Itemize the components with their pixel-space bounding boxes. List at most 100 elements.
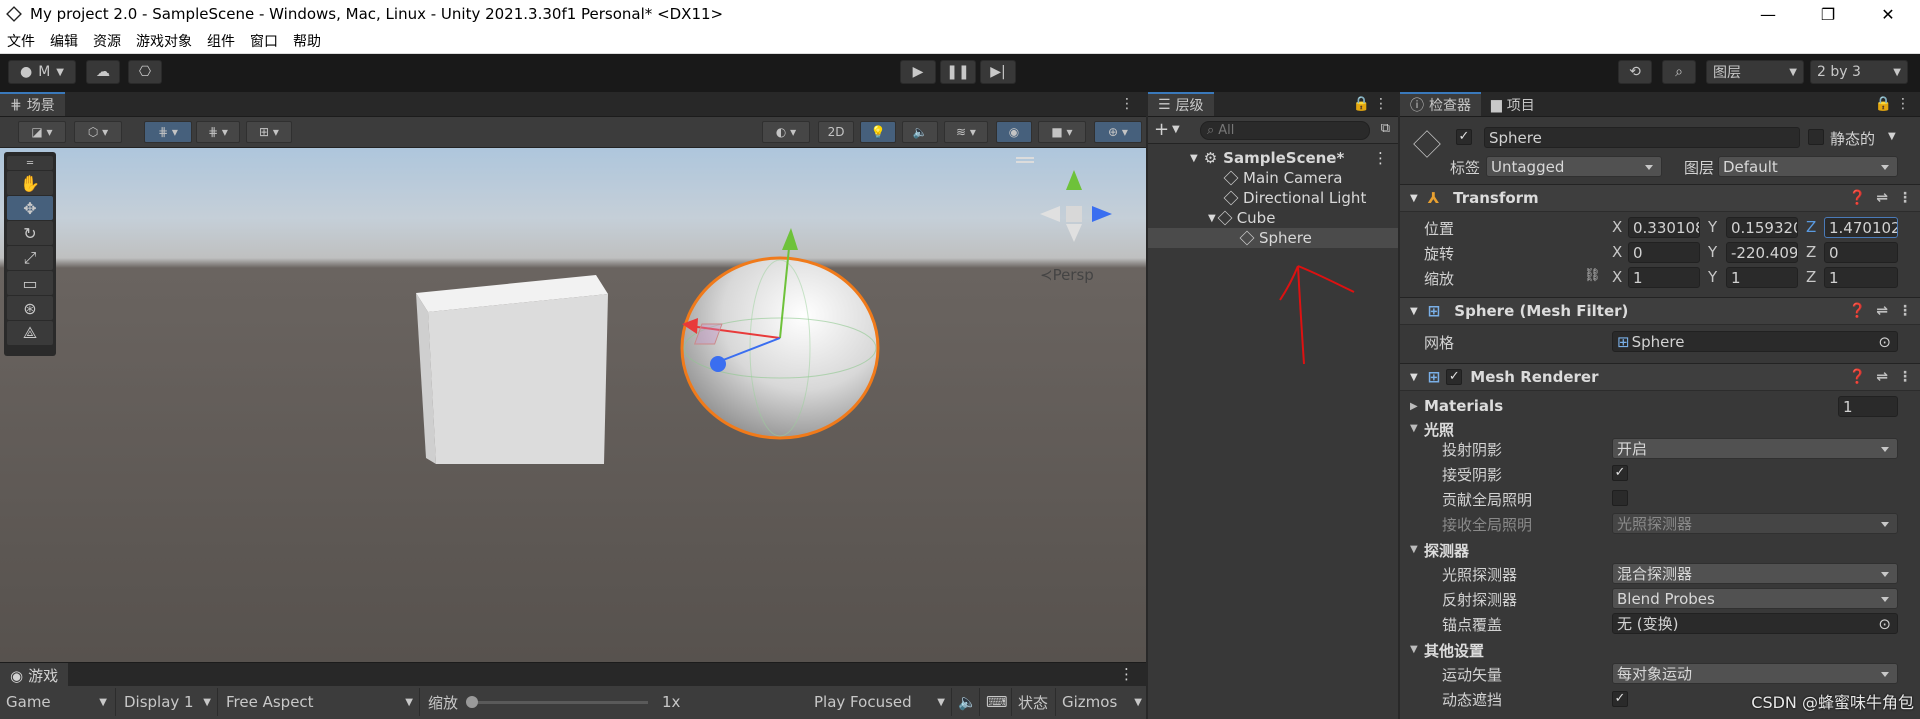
position-x-field[interactable]: 0.330108: [1628, 217, 1700, 238]
game-mode-dropdown[interactable]: Game ▼: [0, 688, 116, 716]
materials-label[interactable]: Materials: [1424, 397, 1503, 415]
fold-open-icon[interactable]: ▼: [1410, 423, 1418, 434]
transform-tool[interactable]: ⊛: [7, 296, 53, 320]
orientation-y-icon[interactable]: [1066, 170, 1082, 190]
help-icon[interactable]: ❓: [1849, 303, 1866, 319]
close-button[interactable]: ✕: [1860, 0, 1916, 28]
aspect-dropdown[interactable]: Free Aspect ▼: [220, 688, 420, 716]
fold-open-icon[interactable]: ▼: [1410, 644, 1418, 655]
constrain-proportions-icon[interactable]: ⛓: [1584, 268, 1601, 283]
keyboard-shortcuts-toggle[interactable]: ⌨: [980, 688, 1012, 716]
hierarchy-item-scene[interactable]: ▼ ⚙ SampleScene* ⋮: [1148, 148, 1398, 168]
mesh-renderer-enabled-checkbox[interactable]: ✓: [1446, 369, 1463, 385]
fold-open-icon[interactable]: ▼: [1410, 544, 1418, 555]
mesh-renderer-header[interactable]: ▼ ⊞ ✓ Mesh Renderer ❓ ⇌ ⋮: [1400, 363, 1920, 391]
anchor-override-field[interactable]: 无 (变换) ⊙: [1612, 613, 1898, 634]
transform-header[interactable]: ▼ ⅄ Transform ❓ ⇌ ⋮: [1400, 184, 1920, 212]
increment-snap-dropdown[interactable]: ⋕ ▾: [196, 121, 240, 143]
hierarchy-search-field[interactable]: ⌕ All: [1200, 121, 1370, 140]
move-tool[interactable]: ✥: [7, 196, 53, 220]
custom-tool[interactable]: ⟁: [7, 321, 53, 345]
component-menu-icon[interactable]: ⋮: [1898, 190, 1912, 206]
orientation-x-icon[interactable]: [1040, 206, 1060, 222]
scale-x-field[interactable]: 1: [1628, 267, 1700, 288]
fold-closed-icon[interactable]: ▶: [1410, 401, 1418, 412]
gizmo-y-arrow[interactable]: [782, 228, 798, 250]
mute-audio-toggle[interactable]: 🔈: [952, 688, 980, 716]
hierarchy-item-main-camera[interactable]: Main Camera: [1148, 168, 1398, 188]
display-dropdown[interactable]: Display 1 ▼: [118, 688, 218, 716]
history-button[interactable]: ⟲: [1618, 60, 1652, 84]
hierarchy-item-cube[interactable]: ▼ Cube: [1148, 208, 1398, 228]
menu-help[interactable]: 帮助: [286, 31, 329, 51]
collab-button[interactable]: ⎔: [128, 60, 162, 84]
static-checkbox[interactable]: [1808, 129, 1824, 145]
rotation-y-field[interactable]: -220.409: [1726, 242, 1798, 263]
lock-icon[interactable]: 🔒: [1353, 96, 1370, 112]
camera-dropdown[interactable]: ■ ▾: [1038, 121, 1086, 143]
gizmos-dropdown[interactable]: ⊕ ▾: [1094, 121, 1142, 143]
rect-tool[interactable]: ▭: [7, 271, 53, 295]
panel-menu-icon[interactable]: ⋮: [1119, 665, 1134, 683]
projection-label[interactable]: ≺Persp: [1040, 266, 1094, 284]
scene-viewport[interactable]: ≺Persp: [0, 148, 1146, 662]
shading-dropdown[interactable]: ◐ ▾: [762, 121, 810, 143]
hidden-objects-toggle[interactable]: ◉: [996, 121, 1032, 143]
layout-dropdown[interactable]: 2 by 3 ▼: [1810, 60, 1908, 84]
cloud-button[interactable]: ☁: [86, 60, 120, 84]
play-focused-dropdown[interactable]: Play Focused ▼: [808, 688, 952, 716]
help-icon[interactable]: ❓: [1849, 190, 1866, 206]
account-dropdown[interactable]: ● M ▼: [8, 60, 76, 84]
scale-y-field[interactable]: 1: [1726, 267, 1798, 288]
draw-mode-dropdown[interactable]: ◪ ▾: [18, 121, 66, 143]
menu-window[interactable]: 窗口: [243, 31, 286, 51]
render-mode-dropdown[interactable]: ⬡ ▾: [74, 121, 122, 143]
component-menu-icon[interactable]: ⋮: [1898, 303, 1912, 319]
tag-dropdown[interactable]: Untagged: [1486, 156, 1662, 177]
restore-button[interactable]: ❐: [1800, 0, 1856, 28]
tab-game[interactable]: ◉ 游戏: [0, 663, 69, 686]
receive-shadows-checkbox[interactable]: ✓: [1612, 465, 1628, 481]
add-icon[interactable]: +: [1154, 119, 1169, 140]
reflection-probes-dropdown[interactable]: Blend Probes: [1612, 588, 1898, 609]
object-picker-icon[interactable]: ⊙: [1878, 615, 1891, 633]
step-button[interactable]: ▶|: [980, 60, 1016, 84]
audio-toggle[interactable]: 🔈: [902, 121, 938, 143]
menu-gameobject[interactable]: 游戏对象: [129, 31, 200, 51]
additional-settings-label[interactable]: 其他设置: [1424, 640, 1484, 661]
position-z-field[interactable]: 1.470102: [1824, 217, 1898, 238]
lighting-toggle[interactable]: 💡: [860, 121, 896, 143]
tab-hierarchy[interactable]: ☰ 层级: [1148, 92, 1214, 116]
menu-component[interactable]: 组件: [200, 31, 243, 51]
lock-icon[interactable]: 🔒: [1875, 96, 1892, 112]
orientation-z-icon[interactable]: [1092, 206, 1112, 222]
dynamic-occlusion-checkbox[interactable]: ✓: [1612, 691, 1628, 707]
rotation-x-field[interactable]: 0: [1628, 242, 1700, 263]
object-name-field[interactable]: Sphere: [1484, 127, 1800, 148]
presets-icon[interactable]: ⇌: [1876, 303, 1888, 319]
tab-inspector[interactable]: ⓘ 检查器: [1400, 92, 1481, 116]
align-dropdown[interactable]: ⊞ ▾: [246, 121, 292, 143]
tab-scene[interactable]: ⋕ 场景: [0, 92, 65, 116]
hand-tool[interactable]: ✋: [7, 171, 53, 195]
play-button[interactable]: ▶: [900, 60, 936, 84]
layers-dropdown[interactable]: 图层 ▼: [1706, 60, 1804, 84]
scale-slider-thumb[interactable]: [466, 695, 479, 708]
view-tool[interactable]: ═: [7, 156, 53, 170]
light-probes-dropdown[interactable]: 混合探测器: [1612, 563, 1898, 584]
menu-assets[interactable]: 资源: [86, 31, 129, 51]
chevron-down-icon[interactable]: ▼: [1172, 124, 1180, 135]
cast-shadows-dropdown[interactable]: 开启: [1612, 438, 1898, 459]
panel-menu-icon[interactable]: ⋮: [1120, 96, 1134, 112]
tab-project[interactable]: ▆ 项目: [1481, 92, 1545, 116]
search-button[interactable]: ⌕: [1662, 60, 1696, 84]
mesh-object-field[interactable]: ⊞ Sphere ⊙: [1612, 331, 1898, 352]
stats-toggle[interactable]: 状态: [1012, 688, 1056, 716]
2d-toggle[interactable]: 2D: [818, 121, 854, 143]
lighting-section-label[interactable]: 光照: [1424, 419, 1454, 440]
menu-edit[interactable]: 编辑: [43, 31, 86, 51]
contribute-gi-checkbox[interactable]: [1612, 490, 1628, 506]
scale-slider[interactable]: [466, 695, 649, 708]
gizmo-z-arrow[interactable]: [710, 356, 726, 372]
panel-menu-icon[interactable]: ⋮: [1374, 96, 1388, 112]
